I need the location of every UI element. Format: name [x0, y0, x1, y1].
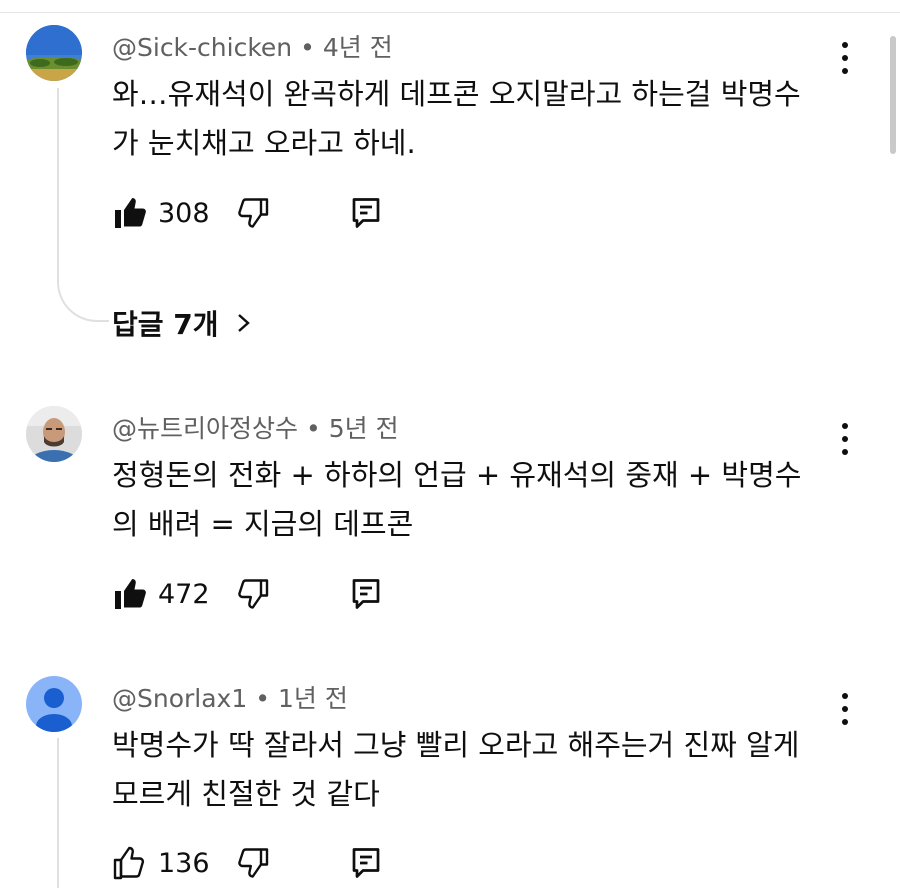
comment-text-line: 와…유재석이 완곡하게 데프콘 오지말라고 하는걸 박명수 — [112, 77, 801, 111]
meta-separator: • — [300, 33, 315, 62]
thread-connector — [57, 88, 109, 322]
timestamp[interactable]: 5년 전 — [329, 414, 399, 443]
more-vert-icon[interactable] — [833, 421, 857, 457]
thumbs-down-icon[interactable] — [234, 845, 270, 881]
comment-text-line: 의 배려 = 지금의 데프콘 — [112, 507, 414, 541]
action-bar: 472 — [112, 574, 384, 614]
avatar[interactable] — [26, 25, 82, 81]
reply-comment-icon[interactable] — [348, 845, 384, 881]
comment-text: 정형돈의 전화 + 하하의 언급 + 유재석의 중재 + 박명수 의 배려 = … — [112, 451, 842, 549]
author-handle[interactable]: @Snorlax1 — [112, 684, 247, 713]
timestamp[interactable]: 4년 전 — [323, 33, 393, 62]
comment-meta: @Snorlax1 • 1년 전 — [112, 679, 348, 715]
meta-separator: • — [306, 414, 321, 443]
meta-separator: • — [255, 684, 271, 713]
chevron-right-icon — [237, 314, 250, 332]
reply-comment-icon[interactable] — [348, 576, 384, 612]
comment-text: 와…유재석이 완곡하게 데프콘 오지말라고 하는걸 박명수 가 눈치채고 오라고… — [112, 70, 842, 168]
comment-meta: @Sick-chicken • 4년 전 — [112, 28, 393, 64]
view-replies-button[interactable]: 답글 7개 — [112, 303, 255, 343]
more-vert-icon[interactable] — [833, 40, 857, 76]
comment-text-line: 모르게 친절한 것 같다 — [112, 777, 380, 811]
action-bar: 308 — [112, 193, 384, 233]
comment-text-line: 박명수가 딱 잘라서 그냥 빨리 오라고 해주는거 진짜 알게 — [112, 728, 800, 762]
avatar[interactable] — [26, 676, 82, 732]
thumbs-up-outline-icon[interactable] — [112, 845, 148, 881]
author-handle[interactable]: @뉴트리아정상수 — [112, 414, 298, 443]
comment-meta: @뉴트리아정상수 • 5년 전 — [112, 409, 399, 445]
thumbs-up-filled-icon[interactable] — [112, 576, 148, 612]
avatar[interactable] — [26, 406, 82, 462]
like-count: 308 — [158, 197, 210, 229]
top-divider — [0, 0, 900, 13]
timestamp[interactable]: 1년 전 — [278, 684, 348, 713]
like-count: 136 — [158, 847, 210, 879]
thread-connector — [57, 738, 59, 888]
more-vert-icon[interactable] — [833, 691, 857, 727]
comment-text-line: 정형돈의 전화 + 하하의 언급 + 유재석의 중재 + 박명수 — [112, 458, 802, 492]
comment-text-line: 가 눈치채고 오라고 하네. — [112, 126, 416, 160]
thumbs-down-icon[interactable] — [234, 195, 270, 231]
scrollbar[interactable] — [890, 36, 896, 154]
thumbs-down-icon[interactable] — [234, 576, 270, 612]
comment-text: 박명수가 딱 잘라서 그냥 빨리 오라고 해주는거 진짜 알게 모르게 친절한 … — [112, 721, 842, 819]
author-handle[interactable]: @Sick-chicken — [112, 33, 292, 62]
like-count: 472 — [158, 578, 210, 610]
replies-label: 답글 7개 — [112, 308, 219, 341]
reply-comment-icon[interactable] — [348, 195, 384, 231]
thumbs-up-filled-icon[interactable] — [112, 195, 148, 231]
action-bar: 136 — [112, 843, 384, 883]
